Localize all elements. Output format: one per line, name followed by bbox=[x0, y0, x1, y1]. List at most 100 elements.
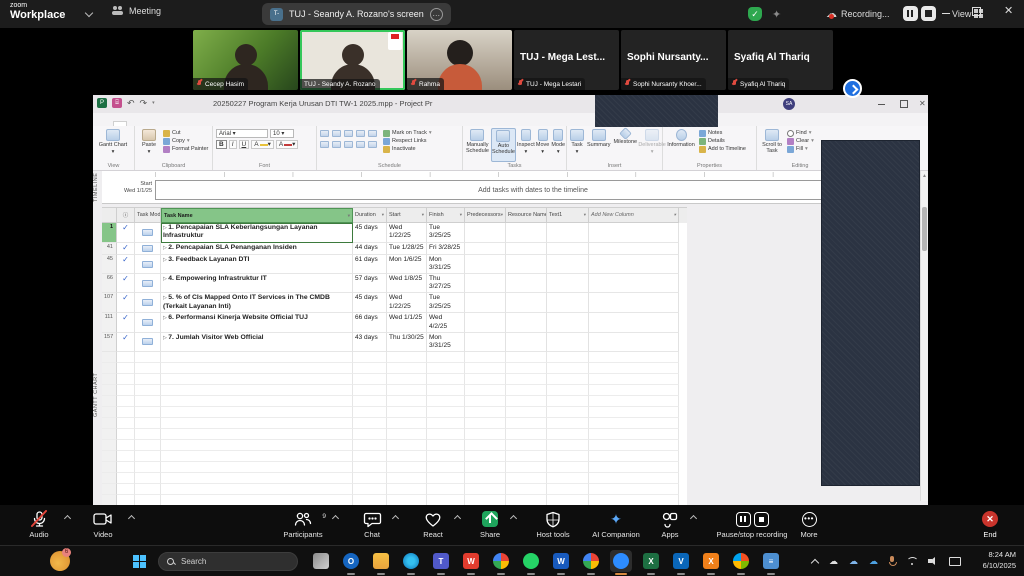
resource-names-cell[interactable] bbox=[506, 255, 547, 274]
chat-button[interactable]: Chat bbox=[352, 510, 392, 539]
add-new-column-cell[interactable] bbox=[589, 223, 679, 243]
taskbar-icon-teams[interactable]: T bbox=[430, 550, 452, 572]
auto-schedule-button[interactable]: Auto Schedule bbox=[491, 128, 516, 162]
resource-names-cell[interactable] bbox=[506, 313, 547, 332]
manually-schedule-button[interactable]: Manually Schedule bbox=[466, 128, 489, 162]
start-cell[interactable]: Wed 1/22/25 bbox=[387, 293, 427, 313]
pause-icon[interactable] bbox=[736, 512, 751, 527]
insert-summary-button[interactable]: Summary bbox=[587, 128, 611, 162]
information-button[interactable]: Information bbox=[666, 128, 696, 162]
add-new-column-cell[interactable] bbox=[589, 313, 679, 332]
font-name-select[interactable]: Arial ▾ bbox=[216, 129, 268, 138]
duration-cell[interactable]: 43 days bbox=[353, 333, 387, 352]
timeline-add-tasks-box[interactable]: Add tasks with dates to the timeline bbox=[155, 180, 911, 200]
text1-cell[interactable] bbox=[547, 243, 589, 255]
resource-names-header[interactable]: Resource Names bbox=[506, 208, 547, 223]
video-caret[interactable] bbox=[128, 515, 135, 522]
participant-tile-tuj-mega-lestari[interactable]: TUJ - Mega Lest... TUJ - Mega Lestari bbox=[514, 30, 619, 90]
tab-meeting[interactable]: Meeting bbox=[112, 6, 161, 16]
taskbar-icon-xampp[interactable]: X bbox=[700, 550, 722, 572]
mark-on-track-button[interactable]: Mark on Track ▾ bbox=[383, 130, 432, 137]
taskbar-icon-copilot[interactable] bbox=[730, 550, 752, 572]
task-name-cell[interactable]: 2. Pencapaian SLA Penanganan Insiden bbox=[161, 243, 353, 255]
details-button[interactable]: Details bbox=[699, 138, 746, 145]
wifi-icon[interactable] bbox=[906, 557, 917, 566]
resource-names-cell[interactable] bbox=[506, 223, 547, 243]
scroll-to-task-button[interactable]: Scroll to Task bbox=[760, 128, 784, 162]
redo-icon[interactable]: ↷ bbox=[140, 99, 148, 108]
audio-button[interactable]: Audio bbox=[16, 510, 62, 539]
security-shield-icon[interactable]: ✓ bbox=[748, 7, 762, 21]
empty-row[interactable] bbox=[102, 396, 687, 407]
text1-cell[interactable] bbox=[547, 274, 589, 293]
bold-button[interactable]: B bbox=[216, 140, 227, 149]
participant-tile-syafiq-al-thariq[interactable]: Syafiq Al Thariq Syafiq Al Thariq bbox=[728, 30, 833, 90]
start-header[interactable]: Start bbox=[387, 208, 427, 223]
font-color-button[interactable]: A▾ bbox=[276, 140, 299, 149]
predecessors-cell[interactable] bbox=[465, 243, 506, 255]
start-cell[interactable]: Wed 1/22/25 bbox=[387, 223, 427, 243]
duration-cell[interactable]: 45 days bbox=[353, 293, 387, 313]
empty-row[interactable] bbox=[102, 352, 687, 363]
find-button[interactable]: Find ▾ bbox=[787, 130, 814, 137]
paste-button[interactable]: Paste▾ bbox=[138, 128, 160, 162]
table-row[interactable]: 1 ✓ 1. Pencapaian SLA Keberlangsungan La… bbox=[102, 223, 687, 243]
participants-button[interactable]: 9 Participants bbox=[272, 510, 334, 539]
chevron-down-icon[interactable] bbox=[85, 9, 93, 17]
taskbar-icon-chrome[interactable] bbox=[490, 550, 512, 572]
taskbar-clock[interactable]: 8:24 AM 6/10/2025 bbox=[983, 550, 1016, 572]
tray-mic-icon[interactable] bbox=[889, 556, 895, 566]
predecessors-header[interactable]: Predecessors bbox=[465, 208, 506, 223]
stop-recording-button[interactable] bbox=[921, 6, 936, 21]
task-mode-cell[interactable] bbox=[135, 313, 161, 332]
add-new-column-cell[interactable] bbox=[589, 293, 679, 313]
taskbar-icon-zoom[interactable] bbox=[610, 550, 632, 572]
add-new-column-cell[interactable] bbox=[589, 255, 679, 274]
mode-button[interactable]: Mode▾ bbox=[551, 128, 565, 162]
copy-button[interactable]: Copy ▾ bbox=[163, 138, 208, 145]
taskbar-icon-excel[interactable]: X bbox=[640, 550, 662, 572]
predecessors-cell[interactable] bbox=[465, 223, 506, 243]
add-new-column-header[interactable]: Add New Column bbox=[589, 208, 679, 223]
row-number[interactable]: 1 bbox=[102, 223, 117, 243]
shared-screen-pill[interactable]: T- TUJ - Seandy A. Rozano's screen … bbox=[262, 3, 451, 25]
ellipsis-icon[interactable]: … bbox=[430, 8, 443, 21]
predecessors-cell[interactable] bbox=[465, 333, 506, 352]
end-button[interactable]: ✕ End bbox=[972, 510, 1008, 539]
participant-tile-sophi-nursanty-khoer-[interactable]: Sophi Nursanty... Sophi Nursanty Khoer..… bbox=[621, 30, 726, 90]
task-name-header[interactable]: Task Name bbox=[161, 208, 353, 223]
table-row[interactable]: 111 ✓ 6. Performansi Kinerja Website Off… bbox=[102, 313, 687, 332]
video-button[interactable]: Video bbox=[80, 510, 126, 539]
start-button[interactable] bbox=[128, 550, 150, 572]
onedrive-cloud-icon[interactable]: ☁ bbox=[829, 554, 838, 568]
share-button[interactable]: Share bbox=[470, 510, 510, 539]
finish-cell[interactable]: Mon 3/31/25 bbox=[427, 255, 465, 274]
vertical-scrollbar[interactable]: ▲ bbox=[920, 171, 928, 501]
qat-customize-icon[interactable]: ▾ bbox=[152, 100, 155, 106]
empty-row[interactable] bbox=[102, 374, 687, 385]
quick-access-toolbar[interactable]: P ⌸ ↶ ↷ ▾ bbox=[97, 98, 155, 108]
react-caret[interactable] bbox=[454, 515, 461, 522]
pause-recording-button[interactable] bbox=[903, 6, 918, 21]
schedule-percent-buttons[interactable] bbox=[320, 130, 379, 162]
ai-companion-button[interactable]: ✦ AI Companion bbox=[580, 510, 652, 539]
finish-cell[interactable]: Mon 3/31/25 bbox=[427, 333, 465, 352]
italic-button[interactable]: I bbox=[229, 140, 237, 149]
task-name-cell[interactable]: 3. Feedback Layanan DTI bbox=[161, 255, 353, 274]
predecessors-cell[interactable] bbox=[465, 255, 506, 274]
underline-button[interactable]: U bbox=[239, 140, 250, 149]
task-mode-cell[interactable] bbox=[135, 243, 161, 255]
empty-row[interactable] bbox=[102, 473, 687, 484]
task-mode-cell[interactable] bbox=[135, 293, 161, 313]
duration-cell[interactable]: 45 days bbox=[353, 223, 387, 243]
row-number[interactable]: 107 bbox=[102, 293, 117, 313]
format-painter-button[interactable]: Format Painter bbox=[163, 146, 208, 153]
empty-row[interactable] bbox=[102, 407, 687, 418]
start-cell[interactable]: Thu 1/30/25 bbox=[387, 333, 427, 352]
empty-row[interactable] bbox=[102, 462, 687, 473]
finish-cell[interactable]: Fri 3/28/25 bbox=[427, 243, 465, 255]
row-number[interactable]: 41 bbox=[102, 243, 117, 255]
duration-cell[interactable]: 44 days bbox=[353, 243, 387, 255]
maximize-button[interactable] bbox=[972, 7, 981, 16]
taskbar-icon-wps[interactable]: W bbox=[460, 550, 482, 572]
